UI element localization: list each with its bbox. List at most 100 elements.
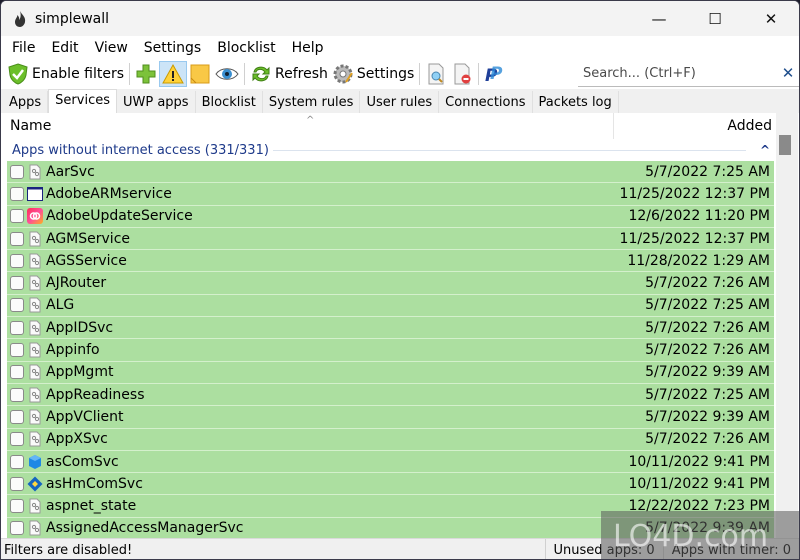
menu-edit[interactable]: Edit <box>43 40 86 56</box>
close-button[interactable]: ✕ <box>743 1 799 36</box>
menu-help[interactable]: Help <box>284 40 332 56</box>
service-icon <box>27 275 43 291</box>
row-checkbox[interactable] <box>10 499 24 514</box>
search-input[interactable] <box>578 65 777 81</box>
group-header[interactable]: Apps without internet access (331/331) ^ <box>4 139 776 161</box>
settings-button[interactable]: Settings <box>330 61 416 87</box>
view-toggle-button[interactable] <box>213 61 241 87</box>
log-toggle-button[interactable] <box>187 61 213 87</box>
service-icon <box>27 164 43 180</box>
row-added-date: 5/7/2022 7:26 AM <box>645 275 770 292</box>
app-window: simplewall — ☐ ✕ File Edit View Settings… <box>0 0 800 560</box>
row-checkbox[interactable] <box>10 164 24 179</box>
donate-button[interactable]: PP <box>482 61 508 87</box>
list-row[interactable]: AppXSvc 5/7/2022 7:26 AM <box>7 428 774 451</box>
tab-user-rules[interactable]: User rules <box>360 91 440 113</box>
row-checkbox[interactable] <box>10 186 24 201</box>
refresh-button[interactable]: Refresh <box>248 61 330 87</box>
row-name: AppXSvc <box>46 431 108 448</box>
row-checkbox[interactable] <box>10 209 24 224</box>
list-row[interactable]: Appinfo 5/7/2022 7:26 AM <box>7 339 774 362</box>
row-added-date: 5/7/2022 9:39 AM <box>645 364 770 381</box>
inspect-button[interactable] <box>423 61 449 87</box>
tab-blocklist[interactable]: Blocklist <box>196 91 263 113</box>
list-row[interactable]: AdobeUpdateService 12/6/2022 11:20 PM <box>7 205 774 228</box>
notifications-toggle-button[interactable] <box>159 61 187 87</box>
diamond-icon <box>27 476 43 492</box>
menu-blocklist[interactable]: Blocklist <box>209 40 283 56</box>
list-row[interactable]: asComSvc 10/11/2022 9:41 PM <box>7 450 774 474</box>
row-name: AssignedAccessManagerSvc <box>46 520 244 537</box>
add-rule-button[interactable] <box>133 61 159 87</box>
row-checkbox[interactable] <box>10 320 24 335</box>
row-name: asComSvc <box>46 453 119 470</box>
row-name: AppReadiness <box>46 386 145 403</box>
tab-packets-log[interactable]: Packets log <box>533 91 619 113</box>
row-name: AdobeUpdateService <box>46 208 193 225</box>
row-checkbox[interactable] <box>10 231 24 246</box>
row-checkbox[interactable] <box>10 365 24 380</box>
list-row[interactable]: ALG 5/7/2022 7:25 AM <box>7 294 774 318</box>
list-row[interactable]: asHmComSvc 10/11/2022 9:41 PM <box>7 473 774 496</box>
tab-services[interactable]: Services <box>48 89 117 113</box>
row-checkbox[interactable] <box>10 387 24 402</box>
maximize-button[interactable]: ☐ <box>687 1 743 36</box>
row-checkbox[interactable] <box>10 476 24 491</box>
list-row[interactable]: AGSService 11/28/2022 1:29 AM <box>7 250 774 273</box>
row-checkbox[interactable] <box>10 253 24 268</box>
row-added-date: 5/7/2022 7:26 AM <box>645 319 770 336</box>
row-checkbox[interactable] <box>10 521 24 536</box>
window-icon <box>27 186 43 202</box>
row-checkbox[interactable] <box>10 432 24 447</box>
vertical-scrollbar[interactable] <box>776 113 798 538</box>
clear-search-icon[interactable]: ✕ <box>777 64 799 82</box>
tab-connections[interactable]: Connections <box>439 91 533 113</box>
menu-view[interactable]: View <box>87 40 136 56</box>
document-search-icon <box>425 63 447 85</box>
row-added-date: 11/28/2022 1:29 AM <box>627 252 770 269</box>
row-checkbox[interactable] <box>10 298 24 313</box>
service-icon <box>27 364 43 380</box>
eye-icon <box>215 63 239 85</box>
clear-log-button[interactable] <box>449 61 475 87</box>
row-added-date: 10/11/2022 9:41 PM <box>628 453 770 470</box>
tab-apps[interactable]: Apps <box>3 91 49 113</box>
row-checkbox[interactable] <box>10 276 24 291</box>
scrollbar-thumb[interactable] <box>779 135 791 155</box>
menu-file[interactable]: File <box>4 40 43 56</box>
row-checkbox[interactable] <box>10 454 24 469</box>
list-row[interactable]: AppMgmt 5/7/2022 9:39 AM <box>7 361 774 384</box>
toolbar-separator <box>478 63 480 85</box>
row-name: AJRouter <box>46 275 107 292</box>
svg-text:P: P <box>490 64 503 84</box>
tab-uwp-apps[interactable]: UWP apps <box>117 91 196 113</box>
shield-check-icon <box>7 63 29 85</box>
row-checkbox[interactable] <box>10 343 24 358</box>
tab-system-rules[interactable]: System rules <box>263 91 361 113</box>
list-row[interactable]: AGMService 11/25/2022 12:37 PM <box>7 227 774 251</box>
minimize-button[interactable]: — <box>631 1 687 36</box>
search-box: ✕ <box>578 60 799 87</box>
row-added-date: 11/25/2022 12:37 PM <box>619 230 770 247</box>
list-row[interactable]: AppIDSvc 5/7/2022 7:26 AM <box>7 317 774 340</box>
list-row[interactable]: AppReadiness 5/7/2022 7:25 AM <box>7 383 774 407</box>
row-name: Appinfo <box>46 342 100 359</box>
list-header: Name ^ Added <box>4 113 776 139</box>
enable-filters-button[interactable]: Enable filters <box>5 61 126 87</box>
row-checkbox[interactable] <box>10 409 24 424</box>
row-name: AGSService <box>46 252 127 269</box>
collapse-group-icon[interactable]: ^ <box>760 143 776 157</box>
list-row[interactable]: AppVClient 5/7/2022 9:39 AM <box>7 406 774 429</box>
list-row[interactable]: AdobeARMservice 11/25/2022 12:37 PM <box>7 183 774 206</box>
service-icon <box>27 320 43 336</box>
service-icon <box>27 409 43 425</box>
row-added-date: 12/6/2022 11:20 PM <box>628 208 770 225</box>
row-name: AppMgmt <box>46 364 114 381</box>
toolbar-separator <box>419 63 421 85</box>
column-header-added[interactable]: Added <box>614 118 776 134</box>
list-row[interactable]: AarSvc 5/7/2022 7:25 AM <box>7 161 774 184</box>
tab-bar: Apps Services UWP apps Blocklist System … <box>1 89 799 113</box>
menu-settings[interactable]: Settings <box>136 40 209 56</box>
flame-app-icon <box>11 10 29 28</box>
list-row[interactable]: AJRouter 5/7/2022 7:26 AM <box>7 272 774 295</box>
